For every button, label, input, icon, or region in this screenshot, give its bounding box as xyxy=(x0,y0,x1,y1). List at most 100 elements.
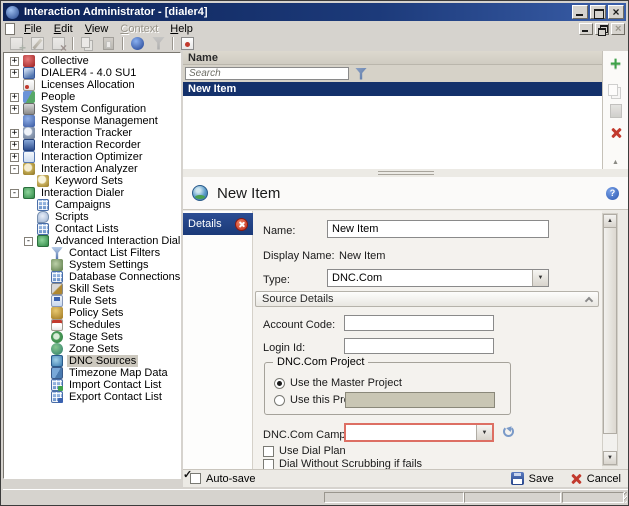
tree-item-skill-sets[interactable]: Skill Sets xyxy=(4,283,180,295)
collapse-icon[interactable]: - xyxy=(10,165,19,174)
splitter-grip[interactable] xyxy=(378,171,434,175)
delete-icon[interactable] xyxy=(608,125,624,141)
mdi-minimize-button[interactable] xyxy=(579,23,593,35)
tree-item-contact-lists[interactable]: Contact Lists xyxy=(4,223,180,235)
login-id-field[interactable] xyxy=(344,338,494,354)
save-button[interactable]: Save xyxy=(511,472,554,485)
close-details-icon[interactable] xyxy=(235,218,248,231)
tree-item-interaction-analyzer[interactable]: -Interaction Analyzer xyxy=(4,163,180,175)
maximize-button[interactable] xyxy=(590,5,606,19)
use-this-project-radio[interactable] xyxy=(274,395,285,406)
tree-item-people[interactable]: +People xyxy=(4,91,180,103)
section-source-details[interactable]: Source Details xyxy=(255,291,599,307)
menu-view[interactable]: View xyxy=(79,22,115,36)
navigation-tree[interactable]: +Collective+DIALER4 - 4.0 SU1Licenses Al… xyxy=(3,52,181,479)
scrollbar-thumb[interactable] xyxy=(603,228,617,434)
tree-item-database-connections[interactable]: Database Connections xyxy=(4,271,180,283)
tree-indent xyxy=(4,361,38,362)
license-button[interactable] xyxy=(177,35,198,51)
tree-item-response-management[interactable]: Response Management xyxy=(4,115,180,127)
mdi-document-icon[interactable] xyxy=(5,23,15,35)
auto-save-checkbox[interactable] xyxy=(190,473,201,484)
tab-details[interactable]: Details xyxy=(183,213,253,235)
tree-item-import-contact-list[interactable]: Import Contact List xyxy=(4,379,180,391)
type-dropdown-icon[interactable] xyxy=(532,270,548,286)
minimize-button[interactable] xyxy=(572,5,588,19)
detail-scrollbar[interactable] xyxy=(602,213,618,466)
refresh-icon[interactable] xyxy=(503,426,514,437)
menu-file[interactable]: File xyxy=(18,22,48,36)
toolbar-separator xyxy=(172,37,174,50)
menu-help[interactable]: Help xyxy=(164,22,199,36)
tree-item-label: Advanced Interaction Dialer xyxy=(53,235,181,247)
expand-icon[interactable]: + xyxy=(10,105,19,114)
list-item-new-item[interactable]: New Item xyxy=(183,82,602,96)
tree-item-schedules[interactable]: Schedules xyxy=(4,319,180,331)
source-details-collapse-icon[interactable] xyxy=(585,296,593,304)
type-dropdown[interactable]: DNC.Com xyxy=(327,269,549,287)
menu-edit[interactable]: Edit xyxy=(48,22,79,36)
expand-icon[interactable]: + xyxy=(10,57,19,66)
tree-item-interaction-optimizer[interactable]: +Interaction Optimizer xyxy=(4,151,180,163)
optimizer-icon xyxy=(23,151,35,163)
tree-indent xyxy=(4,205,24,206)
account-code-field[interactable] xyxy=(344,315,494,331)
login-id-label: Login Id: xyxy=(263,342,305,354)
tree-item-advanced-interaction-dialer[interactable]: - Advanced Interaction Dialer xyxy=(4,235,180,247)
expand-icon[interactable]: + xyxy=(10,129,19,138)
toolbar xyxy=(3,35,626,51)
zone-sets-icon xyxy=(51,343,63,355)
search-filter-icon[interactable] xyxy=(355,68,367,80)
dialer-icon xyxy=(23,187,35,199)
strip-scroll-up-icon[interactable] xyxy=(603,155,628,167)
dnc-com-campaign-value xyxy=(346,425,476,440)
collapse-icon[interactable]: - xyxy=(24,237,33,246)
title-bar[interactable]: Interaction Administrator - [dialer4] xyxy=(3,3,626,21)
tree-item-system-configuration[interactable]: +System Configuration xyxy=(4,103,180,115)
scroll-up-icon[interactable] xyxy=(603,214,617,228)
horizontal-splitter[interactable] xyxy=(183,169,628,177)
status-panel-2 xyxy=(464,492,561,503)
search-input[interactable] xyxy=(185,67,349,80)
campaign-dropdown-icon[interactable] xyxy=(476,425,492,440)
user-directory-button[interactable] xyxy=(127,35,148,51)
tree-item-dialer4-4-0-su1[interactable]: +DIALER4 - 4.0 SU1 xyxy=(4,67,180,79)
tree-item-collective[interactable]: +Collective xyxy=(4,55,180,67)
close-button[interactable] xyxy=(608,5,624,19)
tree-item-zone-sets[interactable]: Zone Sets xyxy=(4,343,180,355)
advanced-dialer-icon xyxy=(37,235,49,247)
tree-item-interaction-recorder[interactable]: +Interaction Recorder xyxy=(4,139,180,151)
help-icon[interactable]: ? xyxy=(606,187,619,200)
use-master-project-radio[interactable] xyxy=(274,378,285,389)
expand-icon[interactable]: + xyxy=(10,153,19,162)
expand-icon[interactable]: + xyxy=(10,93,19,102)
tree-item-licenses-allocation[interactable]: Licenses Allocation xyxy=(4,79,180,91)
tree-item-interaction-dialer[interactable]: -Interaction Dialer xyxy=(4,187,180,199)
tree-item-contact-list-filters[interactable]: Contact List Filters xyxy=(4,247,180,259)
tree-item-scripts[interactable]: Scripts xyxy=(4,211,180,223)
tree-item-stage-sets[interactable]: Stage Sets xyxy=(4,331,180,343)
tree-item-timezone-map-data[interactable]: Timezone Map Data xyxy=(4,367,180,379)
add-icon[interactable] xyxy=(608,57,624,73)
dnc-com-campaign-dropdown[interactable] xyxy=(344,423,494,442)
tree-item-interaction-tracker[interactable]: +Interaction Tracker xyxy=(4,127,180,139)
list-column-header[interactable]: Name xyxy=(183,51,602,65)
tree-item-system-settings[interactable]: System Settings xyxy=(4,259,180,271)
scroll-down-icon[interactable] xyxy=(603,451,617,465)
tree-item-label: Contact Lists xyxy=(53,223,121,235)
tree-item-rule-sets[interactable]: Rule Sets xyxy=(4,295,180,307)
tree-item-keyword-sets[interactable]: Keyword Sets xyxy=(4,175,180,187)
use-dial-plan-checkbox[interactable] xyxy=(263,446,274,457)
tree-item-dnc-sources[interactable]: DNC Sources xyxy=(4,355,180,367)
tree-item-export-contact-list[interactable]: Export Contact List xyxy=(4,391,180,403)
expand-icon[interactable]: + xyxy=(10,69,19,78)
collapse-icon[interactable]: - xyxy=(10,189,19,198)
cancel-button[interactable]: Cancel xyxy=(570,473,621,485)
detail-form: Name: Display Name: New Item Type: DNC.C… xyxy=(253,211,602,469)
name-field[interactable] xyxy=(327,220,549,238)
tree-item-policy-sets[interactable]: Policy Sets xyxy=(4,307,180,319)
tree-item-campaigns[interactable]: Campaigns xyxy=(4,199,180,211)
list-rows: New Item xyxy=(183,82,602,169)
mdi-restore-button[interactable] xyxy=(595,23,609,35)
expand-icon[interactable]: + xyxy=(10,141,19,150)
